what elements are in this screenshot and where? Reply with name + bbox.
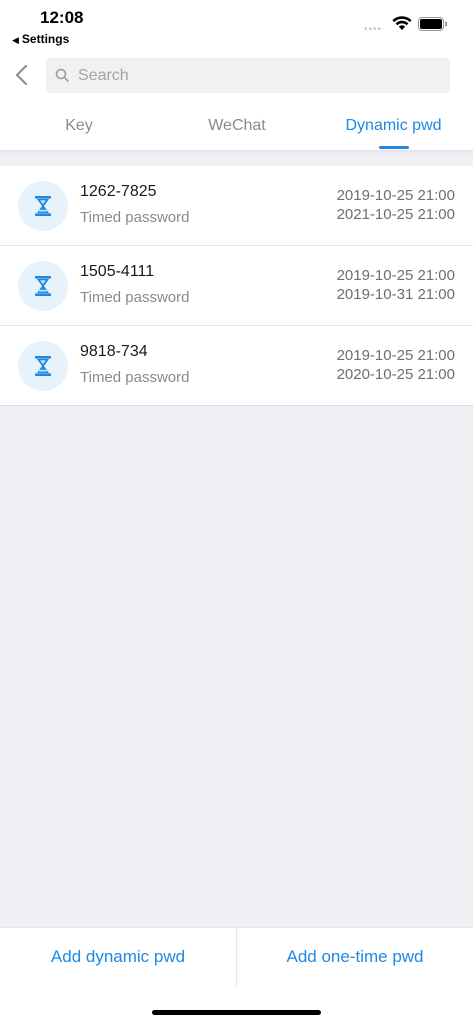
- tab-bar: Key WeChat Dynamic pwd: [0, 102, 473, 150]
- cellular-signal-icon: ••••: [364, 24, 383, 35]
- end-date: 2021-10-25 21:00: [336, 206, 455, 223]
- back-to-settings-link[interactable]: ◀ Settings: [12, 32, 69, 46]
- back-triangle-icon: ◀: [12, 35, 19, 45]
- hourglass-icon: [35, 356, 51, 376]
- password-code: 1262-7825: [80, 183, 157, 200]
- tab-dynamic-pwd[interactable]: Dynamic pwd: [314, 102, 473, 150]
- password-code: 9818-734: [80, 343, 148, 360]
- status-time: 12:08: [40, 8, 84, 27]
- list-item[interactable]: 1505-4111 Timed password 2019-10-25 21:0…: [0, 246, 473, 326]
- battery-icon: [418, 17, 447, 31]
- password-type: Timed password: [80, 289, 190, 306]
- hourglass-icon: [35, 196, 51, 216]
- back-app-label: Settings: [21, 32, 70, 46]
- wifi-icon: [392, 16, 412, 30]
- search-box[interactable]: [46, 58, 450, 93]
- chevron-left-icon[interactable]: [14, 64, 30, 86]
- hourglass-icon-badge: [18, 261, 68, 311]
- bottom-action-bar: Add dynamic pwd Add one-time pwd: [0, 927, 473, 1024]
- password-type: Timed password: [80, 209, 190, 226]
- tab-key[interactable]: Key: [0, 102, 158, 150]
- end-date: 2019-10-31 21:00: [336, 286, 455, 303]
- tab-wechat[interactable]: WeChat: [158, 102, 316, 150]
- end-date: 2020-10-25 21:00: [336, 366, 455, 383]
- start-date: 2019-10-25 21:00: [336, 347, 455, 364]
- hourglass-icon: [35, 276, 51, 296]
- list-item[interactable]: 9818-734 Timed password 2019-10-25 21:00…: [0, 326, 473, 406]
- password-type: Timed password: [80, 369, 190, 386]
- password-list: 1262-7825 Timed password 2019-10-25 21:0…: [0, 166, 473, 406]
- home-indicator: [152, 1010, 321, 1015]
- list-item[interactable]: 1262-7825 Timed password 2019-10-25 21:0…: [0, 166, 473, 246]
- start-date: 2019-10-25 21:00: [336, 187, 455, 204]
- add-dynamic-pwd-button[interactable]: Add dynamic pwd: [0, 928, 236, 986]
- add-one-time-pwd-button[interactable]: Add one-time pwd: [237, 928, 473, 986]
- password-code: 1505-4111: [80, 263, 155, 280]
- search-bar: [0, 50, 473, 102]
- search-input[interactable]: [78, 58, 438, 93]
- search-icon: [55, 68, 69, 82]
- hourglass-icon-badge: [18, 341, 68, 391]
- start-date: 2019-10-25 21:00: [336, 267, 455, 284]
- active-tab-indicator: [379, 146, 409, 149]
- status-bar: 12:08 ◀ Settings ••••: [0, 0, 473, 50]
- hourglass-icon-badge: [18, 181, 68, 231]
